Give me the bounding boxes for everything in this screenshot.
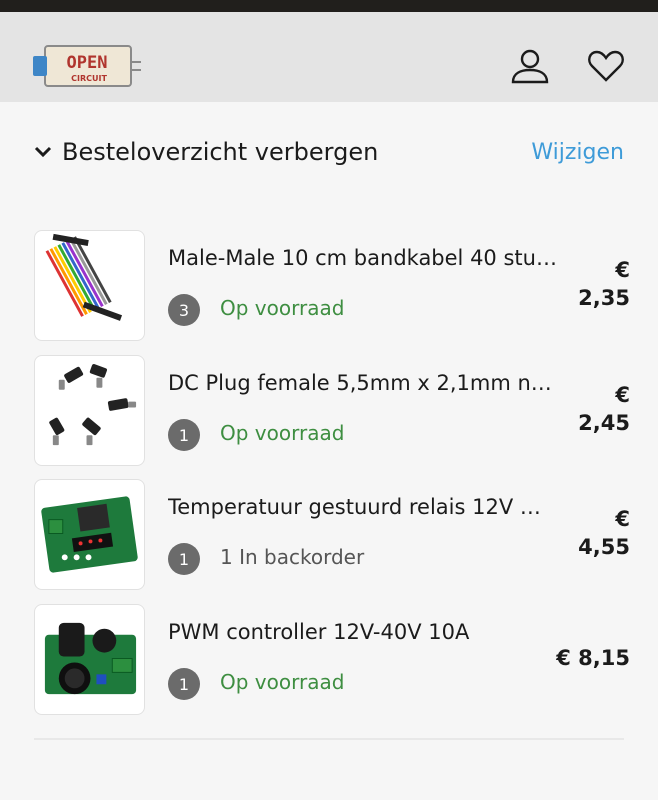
- open-circuit-logo[interactable]: OPEN CIRCUIT: [31, 42, 143, 90]
- stock-status: Op voorraad: [220, 421, 345, 445]
- status-bar: [0, 0, 658, 12]
- stock-status: Op voorraad: [220, 296, 345, 320]
- quantity-badge: 1: [168, 668, 200, 700]
- price-value: 4,55: [578, 535, 630, 559]
- item-name: DC Plug female 5,5mm x 2,1mm naar schroe…: [168, 371, 558, 395]
- cart-item: Temperatuur gestuurd relais 12V W1209 1 …: [34, 479, 630, 591]
- stock-status: 1 In backorder: [220, 545, 365, 569]
- site-header: OPEN CIRCUIT: [0, 12, 658, 102]
- product-image: [34, 230, 145, 341]
- product-image: [34, 604, 145, 715]
- quantity-badge: 1: [168, 543, 200, 575]
- cart-item: DC Plug female 5,5mm x 2,1mm naar schroe…: [34, 355, 630, 467]
- item-price: € 2,45: [550, 381, 630, 437]
- svg-text:OPEN: OPEN: [67, 53, 108, 73]
- order-summary: Besteloverzicht verbergen Wijzigen Male-…: [0, 102, 658, 800]
- stock-status: Op voorraad: [220, 670, 345, 694]
- price-currency: €: [615, 507, 630, 531]
- product-image: [34, 479, 145, 590]
- chevron-down-icon: [34, 143, 52, 162]
- heart-icon[interactable]: [584, 44, 628, 88]
- quantity-badge: 3: [168, 294, 200, 326]
- item-name: PWM controller 12V-40V 10A: [168, 620, 470, 644]
- svg-text:CIRCUIT: CIRCUIT: [71, 74, 107, 83]
- item-price: € 2,35: [550, 256, 630, 312]
- summary-toggle[interactable]: Besteloverzicht verbergen: [34, 138, 378, 166]
- item-name: Male-Male 10 cm bandkabel 40 stuks: [168, 246, 558, 270]
- quantity-badge: 1: [168, 419, 200, 451]
- price-currency: €: [615, 383, 630, 407]
- divider: [34, 738, 624, 740]
- item-name: Temperatuur gestuurd relais 12V W1209: [168, 495, 558, 519]
- price-value: 2,35: [578, 286, 630, 310]
- product-image: [34, 355, 145, 466]
- user-icon[interactable]: [508, 44, 552, 88]
- item-price: € 4,55: [550, 505, 630, 561]
- summary-toggle-label: Besteloverzicht verbergen: [62, 138, 379, 166]
- cart-item: PWM controller 12V-40V 10A 1 Op voorraad…: [34, 604, 630, 716]
- item-price: € 8,15: [556, 646, 630, 670]
- change-link[interactable]: Wijzigen: [531, 140, 624, 165]
- cart-item: Male-Male 10 cm bandkabel 40 stuks 3 Op …: [34, 230, 630, 342]
- price-value: 2,45: [578, 411, 630, 435]
- price-currency: €: [615, 258, 630, 282]
